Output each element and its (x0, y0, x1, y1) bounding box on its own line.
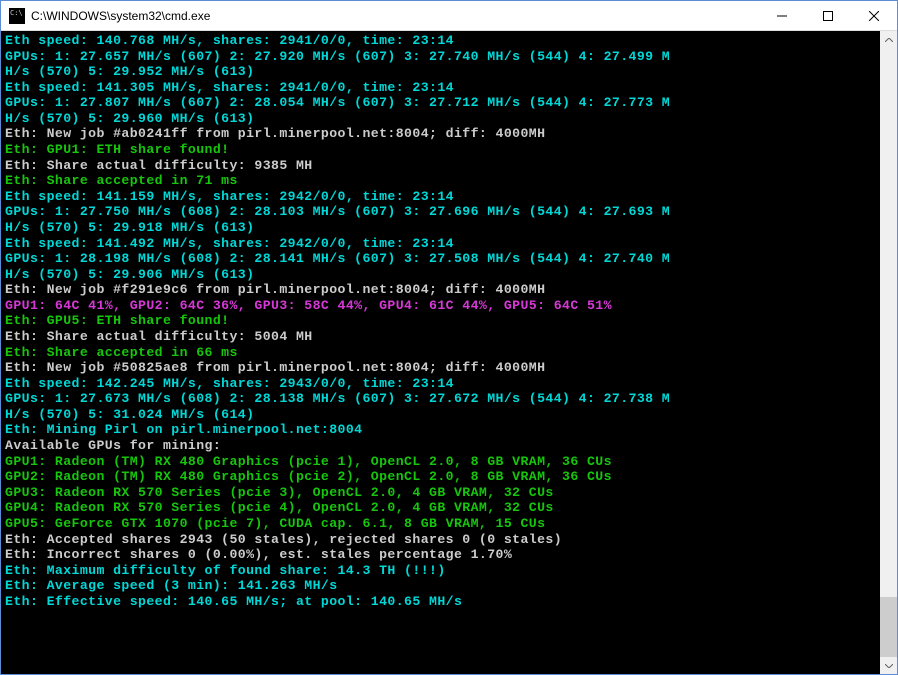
titlebar[interactable]: C:\WINDOWS\system32\cmd.exe (1, 1, 897, 31)
chevron-down-icon (885, 664, 893, 668)
cmd-icon (9, 8, 25, 24)
minimize-button[interactable] (759, 1, 805, 30)
terminal-line: GPU1: Radeon (TM) RX 480 Graphics (pcie … (5, 454, 876, 470)
terminal-line: Eth: Effective speed: 140.65 MH/s; at po… (5, 594, 876, 610)
terminal-line: Eth: GPU5: ETH share found! (5, 313, 876, 329)
window-title: C:\WINDOWS\system32\cmd.exe (25, 9, 759, 23)
content-area: Eth speed: 140.768 MH/s, shares: 2941/0/… (1, 31, 897, 674)
scroll-down-button[interactable] (880, 657, 897, 674)
maximize-button[interactable] (805, 1, 851, 30)
close-button[interactable] (851, 1, 897, 30)
terminal-line: Eth: Share accepted in 71 ms (5, 173, 876, 189)
terminal-output[interactable]: Eth speed: 140.768 MH/s, shares: 2941/0/… (1, 31, 880, 674)
terminal-line: Eth: Share actual difficulty: 5004 MH (5, 329, 876, 345)
terminal-line: GPUs: 1: 27.750 MH/s (608) 2: 28.103 MH/… (5, 204, 876, 220)
terminal-line: GPUs: 1: 27.807 MH/s (607) 2: 28.054 MH/… (5, 95, 876, 111)
terminal-line: Eth speed: 141.159 MH/s, shares: 2942/0/… (5, 189, 876, 205)
scroll-track[interactable] (880, 48, 897, 657)
chevron-up-icon (885, 38, 893, 42)
vertical-scrollbar[interactable] (880, 31, 897, 674)
terminal-line: Eth speed: 141.492 MH/s, shares: 2942/0/… (5, 236, 876, 252)
terminal-line: Eth speed: 141.305 MH/s, shares: 2941/0/… (5, 80, 876, 96)
terminal-line: GPU3: Radeon RX 570 Series (pcie 3), Ope… (5, 485, 876, 501)
terminal-line: H/s (570) 5: 31.024 MH/s (614) (5, 407, 876, 423)
terminal-line: GPUs: 1: 27.657 MH/s (607) 2: 27.920 MH/… (5, 49, 876, 65)
cmd-window: C:\WINDOWS\system32\cmd.exe Eth speed: 1… (0, 0, 898, 675)
terminal-line: Eth: GPU1: ETH share found! (5, 142, 876, 158)
window-controls (759, 1, 897, 30)
scroll-up-button[interactable] (880, 31, 897, 48)
terminal-line: GPU5: GeForce GTX 1070 (pcie 7), CUDA ca… (5, 516, 876, 532)
scroll-thumb[interactable] (880, 597, 897, 657)
terminal-line: Eth: Incorrect shares 0 (0.00%), est. st… (5, 547, 876, 563)
terminal-line: GPUs: 1: 27.673 MH/s (608) 2: 28.138 MH/… (5, 391, 876, 407)
terminal-line: Eth: Average speed (3 min): 141.263 MH/s (5, 578, 876, 594)
terminal-line: Eth speed: 140.768 MH/s, shares: 2941/0/… (5, 33, 876, 49)
terminal-line: Eth: Share actual difficulty: 9385 MH (5, 158, 876, 174)
terminal-line: Eth: New job #50825ae8 from pirl.minerpo… (5, 360, 876, 376)
terminal-line: Eth: New job #ab0241ff from pirl.minerpo… (5, 126, 876, 142)
terminal-line: H/s (570) 5: 29.952 MH/s (613) (5, 64, 876, 80)
terminal-line: H/s (570) 5: 29.960 MH/s (613) (5, 111, 876, 127)
terminal-line: Eth: Accepted shares 2943 (50 stales), r… (5, 532, 876, 548)
close-icon (869, 11, 879, 21)
terminal-line: H/s (570) 5: 29.906 MH/s (613) (5, 267, 876, 283)
terminal-line: H/s (570) 5: 29.918 MH/s (613) (5, 220, 876, 236)
minimize-icon (777, 11, 787, 21)
terminal-line: GPU4: Radeon RX 570 Series (pcie 4), Ope… (5, 500, 876, 516)
terminal-line: Eth: Share accepted in 66 ms (5, 345, 876, 361)
terminal-line: GPUs: 1: 28.198 MH/s (608) 2: 28.141 MH/… (5, 251, 876, 267)
terminal-line: Eth: Mining Pirl on pirl.minerpool.net:8… (5, 422, 876, 438)
terminal-line: GPU2: Radeon (TM) RX 480 Graphics (pcie … (5, 469, 876, 485)
maximize-icon (823, 11, 833, 21)
terminal-line: Eth speed: 142.245 MH/s, shares: 2943/0/… (5, 376, 876, 392)
terminal-line: Available GPUs for mining: (5, 438, 876, 454)
terminal-line: Eth: Maximum difficulty of found share: … (5, 563, 876, 579)
terminal-line: GPU1: 64C 41%, GPU2: 64C 36%, GPU3: 58C … (5, 298, 876, 314)
terminal-line: Eth: New job #f291e9c6 from pirl.minerpo… (5, 282, 876, 298)
